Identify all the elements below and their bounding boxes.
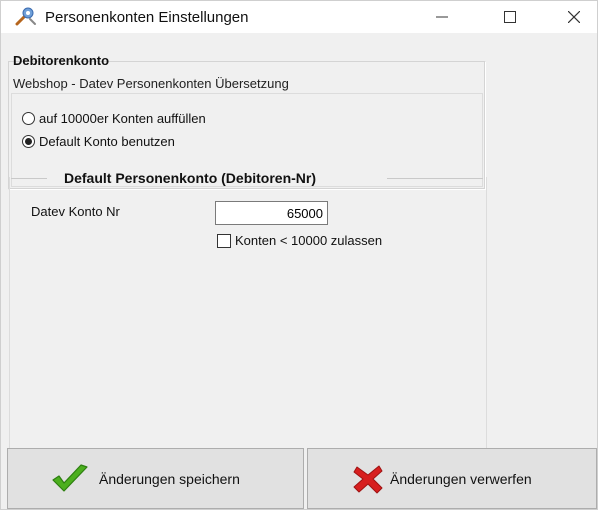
default-group-title: Default Personenkonto (Debitoren-Nr)	[64, 170, 317, 186]
allow-small-accounts-option[interactable]: Konten < 10000 zulassen	[217, 233, 382, 248]
section-divider	[387, 178, 483, 179]
red-x-icon	[352, 463, 384, 498]
allow-small-accounts-label: Konten < 10000 zulassen	[235, 233, 383, 248]
debitor-group-title: Debitorenkonto	[13, 53, 110, 68]
personenkonten-window: Personenkonten Einstellungen Debitorenko…	[0, 0, 598, 510]
save-changes-label: Änderungen speichern	[99, 471, 240, 487]
title-bar: Personenkonten Einstellungen	[1, 1, 597, 33]
option-default-konto[interactable]: Default Konto benutzen	[22, 134, 175, 149]
discard-changes-button[interactable]: Änderungen verwerfen	[307, 448, 597, 509]
window-title: Personenkonten Einstellungen	[45, 9, 249, 26]
option-fill-10000[interactable]: auf 10000er Konten auffüllen	[22, 111, 206, 126]
save-changes-button[interactable]: Änderungen speichern	[7, 448, 304, 509]
minimize-icon[interactable]	[419, 1, 465, 33]
option-default-konto-label: Default Konto benutzen	[39, 134, 175, 149]
datev-konto-label: Datev Konto Nr	[31, 204, 120, 219]
section-divider	[11, 178, 47, 179]
radio-default-konto[interactable]	[22, 135, 35, 148]
debitor-group-subtitle: Webshop - Datev Personenkonten Übersetzu…	[13, 76, 289, 91]
allow-small-accounts-checkbox[interactable]	[217, 233, 231, 248]
wrench-settings-icon	[15, 7, 37, 27]
maximize-icon[interactable]	[487, 1, 533, 33]
close-icon[interactable]	[551, 1, 597, 33]
discard-changes-label: Änderungen verwerfen	[390, 471, 532, 487]
option-fill-10000-label: auf 10000er Konten auffüllen	[39, 111, 206, 126]
datev-konto-input[interactable]	[215, 201, 328, 225]
radio-fill-10000[interactable]	[22, 112, 35, 125]
green-checkmark-icon	[50, 463, 90, 498]
